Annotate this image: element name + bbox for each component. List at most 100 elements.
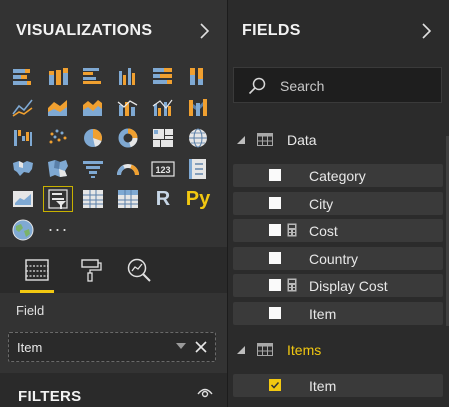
search-icon	[248, 77, 266, 95]
search-input[interactable]	[278, 76, 432, 96]
expanded-triangle-icon[interactable]	[237, 346, 245, 354]
analytics-magnifier-icon	[127, 258, 151, 282]
map-visual-button[interactable]	[183, 125, 213, 151]
stacked-bar-chart-visual-button[interactable]	[8, 64, 38, 90]
area-chart-icon	[48, 99, 67, 116]
field-row[interactable]: Category	[233, 164, 443, 187]
pane-tabs	[0, 247, 227, 293]
stacked-column-chart-visual-button[interactable]	[43, 64, 73, 90]
field-name: Category	[309, 168, 366, 184]
arcgis-map-visual-button[interactable]	[8, 217, 38, 243]
field-name: City	[309, 195, 334, 212]
100-percent-stacked-bar-chart-icon	[153, 68, 172, 84]
treemap-icon	[153, 129, 173, 147]
analytics-tab[interactable]	[122, 253, 156, 287]
ribbon-chart-icon	[189, 98, 207, 116]
fields-title: FIELDS	[242, 22, 301, 39]
remove-field-close-icon[interactable]	[195, 341, 207, 353]
field-row[interactable]: Country	[233, 246, 443, 270]
field-name: Item	[309, 305, 337, 322]
multi-row-card-icon	[189, 158, 206, 179]
checkmark-icon	[270, 381, 280, 389]
field-row[interactable]: Display Cost	[233, 274, 443, 297]
calculator-icon	[287, 223, 297, 237]
format-tab[interactable]	[74, 253, 108, 287]
waterfall-chart-visual-button[interactable]	[8, 125, 38, 151]
pie-chart-icon	[84, 128, 103, 147]
scatter-chart-visual-button[interactable]	[43, 125, 73, 151]
treemap-visual-button[interactable]	[148, 125, 178, 151]
table-icon	[257, 133, 273, 146]
visualizations-pane: VISUALIZATIONS 123 R Py ··· Field Item F…	[0, 0, 227, 407]
field-checkbox[interactable]	[269, 251, 281, 264]
chevron-down-icon[interactable]	[176, 343, 186, 349]
field-row[interactable]: Item	[233, 374, 443, 397]
stacked-area-chart-icon	[83, 99, 102, 116]
kpi-visual-button[interactable]	[8, 186, 38, 212]
matrix-visual-button[interactable]	[113, 186, 143, 212]
table-header-items[interactable]: Items	[228, 334, 449, 364]
r-script-visual-visual-button[interactable]: R	[148, 186, 178, 212]
table-icon	[257, 343, 273, 356]
table-header-data[interactable]: Data	[228, 124, 449, 154]
collapse-visualizations-chevron-icon[interactable]	[195, 22, 213, 40]
field-well-value: Item	[17, 340, 43, 355]
card-icon: 123	[151, 160, 175, 177]
ribbon-chart-visual-button[interactable]	[183, 95, 213, 121]
donut-chart-visual-button[interactable]	[113, 125, 143, 151]
field-checkbox[interactable]	[269, 224, 281, 236]
stacked-column-chart-icon	[49, 68, 68, 85]
line-chart-icon	[12, 99, 33, 117]
field-checkbox[interactable]	[269, 196, 281, 209]
slicer-visual-button[interactable]	[43, 186, 73, 212]
field-well-label: Field	[16, 303, 45, 318]
filters-header[interactable]: FILTERS	[0, 373, 227, 407]
card-visual-button[interactable]: 123	[148, 156, 178, 182]
field-well[interactable]: Item	[8, 332, 216, 362]
field-row[interactable]: Item	[233, 301, 443, 325]
line-chart-visual-button[interactable]	[8, 95, 38, 121]
area-chart-visual-button[interactable]	[43, 95, 73, 121]
waterfall-chart-icon	[14, 130, 32, 146]
collapse-fields-chevron-icon[interactable]	[417, 22, 435, 40]
map-icon	[189, 128, 207, 148]
table-icon	[83, 190, 103, 208]
fields-tab-icon	[25, 259, 49, 281]
line-and-clustered-column-chart-visual-button[interactable]	[148, 95, 178, 121]
pie-chart-visual-button[interactable]	[78, 125, 108, 151]
table-visual-button[interactable]	[78, 186, 108, 212]
donut-chart-icon	[118, 128, 138, 148]
filled-map-icon	[13, 160, 33, 176]
field-checkbox[interactable]	[269, 306, 281, 319]
100-percent-stacked-column-chart-visual-button[interactable]	[183, 64, 213, 90]
expanded-triangle-icon[interactable]	[237, 136, 245, 144]
field-checkbox[interactable]	[269, 169, 281, 181]
line-and-stacked-column-chart-visual-button[interactable]	[113, 95, 143, 121]
clustered-bar-chart-visual-button[interactable]	[78, 64, 108, 90]
line-and-stacked-column-chart-icon	[117, 99, 138, 116]
eye-icon[interactable]	[197, 386, 213, 398]
fields-tab[interactable]	[20, 253, 54, 293]
field-checkbox[interactable]	[269, 379, 281, 391]
line-and-clustered-column-chart-icon	[152, 99, 173, 116]
clustered-column-chart-visual-button[interactable]	[113, 64, 143, 90]
multi-row-card-visual-button[interactable]	[183, 156, 213, 182]
100-percent-stacked-bar-chart-visual-button[interactable]	[148, 64, 178, 90]
100-percent-stacked-column-chart-icon	[190, 68, 203, 85]
shape-map-visual-button[interactable]	[43, 156, 73, 182]
field-name: Cost	[309, 223, 338, 239]
visualizations-title: VISUALIZATIONS	[16, 22, 153, 39]
field-checkbox[interactable]	[269, 279, 281, 291]
more-visuals-visual-button[interactable]: ···	[43, 217, 73, 243]
python-visual-visual-button[interactable]: Py	[183, 186, 213, 212]
fields-search[interactable]	[233, 67, 442, 103]
filled-map-visual-button[interactable]	[8, 156, 38, 182]
table-name: Data	[287, 132, 317, 148]
field-row[interactable]: City	[233, 191, 443, 215]
table-name: Items	[287, 342, 322, 358]
stacked-area-chart-visual-button[interactable]	[78, 95, 108, 121]
gauge-visual-button[interactable]	[113, 156, 143, 182]
calculator-icon	[287, 278, 297, 292]
field-row[interactable]: Cost	[233, 219, 443, 242]
funnel-visual-button[interactable]	[78, 156, 108, 182]
